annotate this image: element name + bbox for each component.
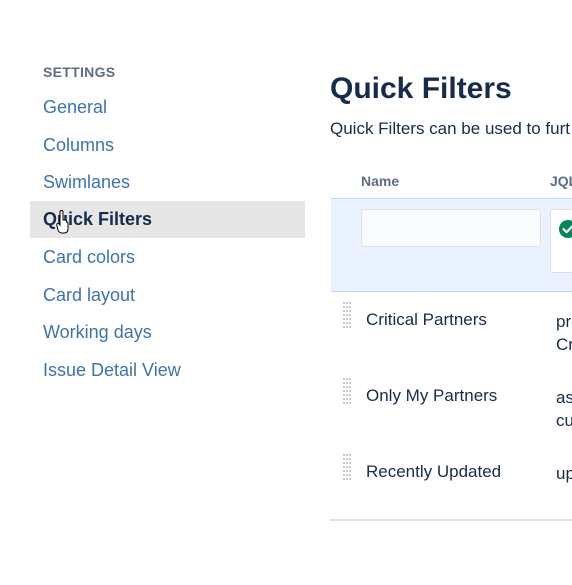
drag-handle-icon[interactable] [342, 377, 352, 405]
table-row: Recently Updated up [331, 443, 572, 519]
filter-jql-line: cu [556, 411, 572, 430]
filter-jql-line: up [556, 464, 572, 483]
column-header-name: Name [361, 173, 400, 189]
sidebar-item-card-layout[interactable]: Card layout [30, 277, 305, 314]
hand-cursor-icon [56, 210, 69, 234]
sidebar-item-swimlanes[interactable]: Swimlanes [30, 164, 305, 201]
filter-jql-line: as [556, 388, 572, 407]
settings-heading: SETTINGS [43, 64, 116, 80]
filter-jql: pr Cr [556, 310, 572, 356]
valid-check-icon [559, 220, 572, 238]
drag-handle-icon[interactable] [342, 453, 352, 481]
sidebar-item-columns[interactable]: Columns [30, 127, 305, 164]
sidebar-item-quick-filters[interactable]: Quick Filters [30, 201, 305, 238]
sidebar-item-working-days[interactable]: Working days [30, 314, 305, 351]
column-header-jql: JQL [550, 173, 572, 189]
sidebar-item-card-colors[interactable]: Card colors [30, 239, 305, 276]
filter-jql-input[interactable] [550, 209, 572, 273]
drag-handle-icon[interactable] [342, 301, 352, 329]
filter-name[interactable]: Only My Partners [366, 386, 497, 406]
sidebar-item-general[interactable]: General [30, 89, 305, 126]
filter-name-input[interactable] [361, 209, 541, 247]
filter-name[interactable]: Critical Partners [366, 310, 487, 330]
filter-jql: as cu [556, 386, 572, 432]
page-description: Quick Filters can be used to furt [330, 119, 570, 138]
table-bottom-border [330, 519, 572, 521]
filter-jql-line: Cr [556, 335, 572, 354]
page-title: Quick Filters [330, 72, 512, 105]
filter-name[interactable]: Recently Updated [366, 462, 501, 482]
table-row: Only My Partners as cu [331, 367, 572, 443]
table-row: Critical Partners pr Cr [331, 291, 572, 367]
sidebar-item-issue-detail-view[interactable]: Issue Detail View [30, 352, 305, 389]
filter-jql-line: pr [556, 312, 572, 331]
filter-jql: up [556, 462, 572, 485]
